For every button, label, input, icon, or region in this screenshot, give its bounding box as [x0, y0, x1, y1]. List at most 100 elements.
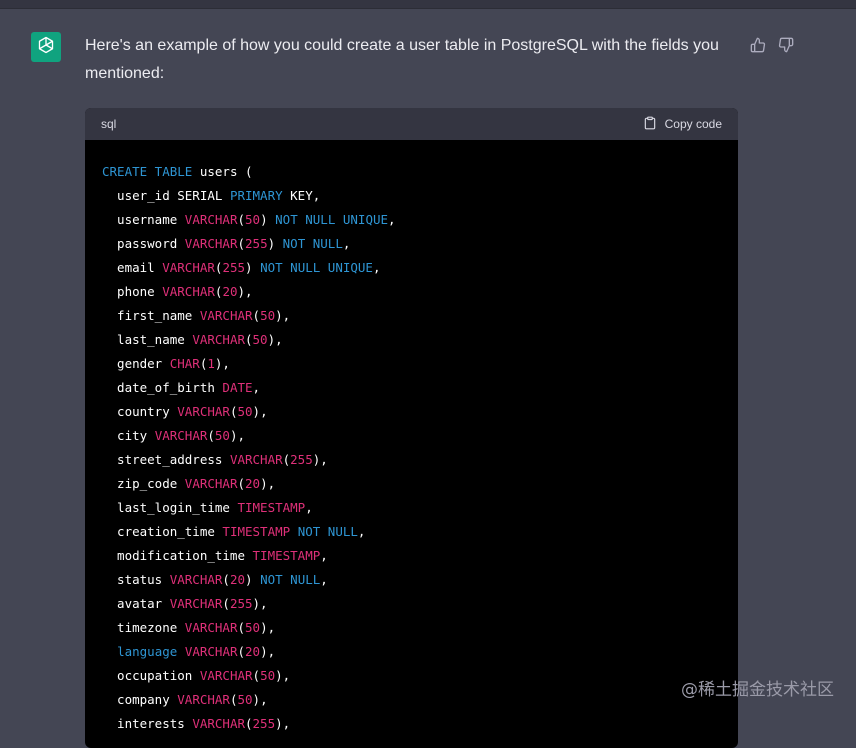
code-token: )	[260, 212, 276, 227]
code-token: (	[237, 236, 246, 251]
code-line: country VARCHAR(50),	[102, 400, 721, 424]
code-token: (	[237, 476, 246, 491]
code-token: VARCHAR	[169, 596, 223, 611]
code-token: 50	[252, 332, 268, 347]
code-line: interests VARCHAR(255),	[102, 712, 721, 736]
code-token: creation_time	[102, 524, 223, 539]
code-line: occupation VARCHAR(50),	[102, 664, 721, 688]
code-line: street_address VARCHAR(255),	[102, 448, 721, 472]
code-token: 50	[260, 668, 276, 683]
code-token: 50	[245, 620, 261, 635]
code-token: ),	[260, 644, 276, 659]
code-token: 20	[229, 572, 246, 587]
code-token: 1	[207, 356, 215, 371]
code-token: (	[245, 332, 253, 347]
code-token: 20	[245, 644, 261, 659]
code-token: ),	[237, 284, 253, 299]
assistant-avatar	[31, 32, 61, 62]
code-token: (	[237, 212, 246, 227]
code-line: modification_time TIMESTAMP,	[102, 544, 721, 568]
code-token: NOT NULL UNIQUE	[260, 260, 373, 275]
code-line: email VARCHAR(255) NOT NULL UNIQUE,	[102, 256, 721, 280]
clipboard-icon	[643, 116, 657, 133]
code-token: 20	[222, 284, 238, 299]
code-token: ),	[275, 716, 291, 731]
code-token: avatar	[102, 596, 170, 611]
code-token: 255	[222, 260, 246, 275]
code-line: username VARCHAR(50) NOT NULL UNIQUE,	[102, 208, 721, 232]
code-token: ,	[320, 572, 328, 587]
code-language-label: sql	[101, 117, 117, 131]
code-token: ,	[372, 260, 381, 275]
code-token: ),	[214, 356, 230, 371]
code-token: 20	[245, 476, 261, 491]
top-divider	[0, 0, 856, 9]
code-line: CREATE TABLE users (	[102, 160, 721, 184]
code-token: user_id SERIAL	[102, 188, 230, 203]
code-token: (	[207, 428, 215, 443]
code-token: CHAR	[169, 356, 200, 371]
code-token: KEY,	[282, 188, 321, 203]
code-token: 50	[237, 692, 253, 707]
code-line: first_name VARCHAR(50),	[102, 304, 721, 328]
code-token: )	[245, 572, 261, 587]
code-token: (	[237, 620, 246, 635]
code-line: last_login_time TIMESTAMP,	[102, 496, 721, 520]
code-token: (	[222, 596, 230, 611]
code-token: 50	[214, 428, 230, 443]
code-token: VARCHAR	[184, 212, 238, 227]
code-token: VARCHAR	[192, 332, 245, 347]
code-token: 255	[229, 596, 253, 611]
code-token: users (	[192, 164, 253, 179]
code-token: country	[102, 404, 178, 419]
code-token: company	[102, 692, 178, 707]
code-token: (	[222, 572, 230, 587]
assistant-message-text: Here's an example of how you could creat…	[85, 37, 719, 82]
thumbs-up-icon[interactable]	[749, 36, 767, 54]
code-token: VARCHAR	[199, 308, 253, 323]
code-token: TIMESTAMP	[237, 500, 306, 515]
code-token: 50	[260, 308, 276, 323]
code-token: 50	[237, 404, 253, 419]
copy-code-button[interactable]: Copy code	[643, 116, 722, 133]
code-token: ,	[342, 236, 351, 251]
code-token: ),	[275, 308, 291, 323]
code-token: VARCHAR	[162, 260, 215, 275]
code-token: last_name	[102, 332, 193, 347]
code-token: date_of_birth	[102, 380, 223, 395]
code-token: ),	[252, 404, 268, 419]
code-token: ),	[252, 692, 268, 707]
code-token: status	[102, 572, 170, 587]
code-token: interests	[102, 716, 193, 731]
code-token: occupation	[102, 668, 200, 683]
code-token: ,	[357, 524, 366, 539]
code-token: 255	[290, 452, 313, 467]
code-token: VARCHAR	[154, 428, 208, 443]
code-token: ,	[252, 380, 261, 395]
code-token: ,	[305, 500, 313, 515]
code-token: NOT NULL	[282, 236, 343, 251]
code-token: TIMESTAMP	[222, 524, 291, 539]
code-line: avatar VARCHAR(255),	[102, 592, 721, 616]
code-token: gender	[102, 356, 170, 371]
code-line: creation_time TIMESTAMP NOT NULL,	[102, 520, 721, 544]
code-token: 255	[245, 236, 268, 251]
code-token: phone	[102, 284, 163, 299]
thumbs-down-icon[interactable]	[777, 36, 795, 54]
code-token: VARCHAR	[184, 644, 238, 659]
code-token: VARCHAR	[184, 476, 238, 491]
code-token: )	[245, 260, 261, 275]
code-token: street_address	[102, 452, 230, 467]
code-token: ),	[312, 452, 328, 467]
code-block: sql Copy code CREATE TABLE users ( user_…	[85, 108, 738, 748]
code-token: last_login_time	[102, 500, 238, 515]
code-token: ),	[252, 596, 268, 611]
code-token: ),	[267, 332, 283, 347]
code-token: PRIMARY	[229, 188, 283, 203]
code-token: (	[245, 716, 253, 731]
code-token: VARCHAR	[184, 236, 238, 251]
code-token: VARCHAR	[177, 692, 230, 707]
code-token: VARCHAR	[192, 716, 245, 731]
